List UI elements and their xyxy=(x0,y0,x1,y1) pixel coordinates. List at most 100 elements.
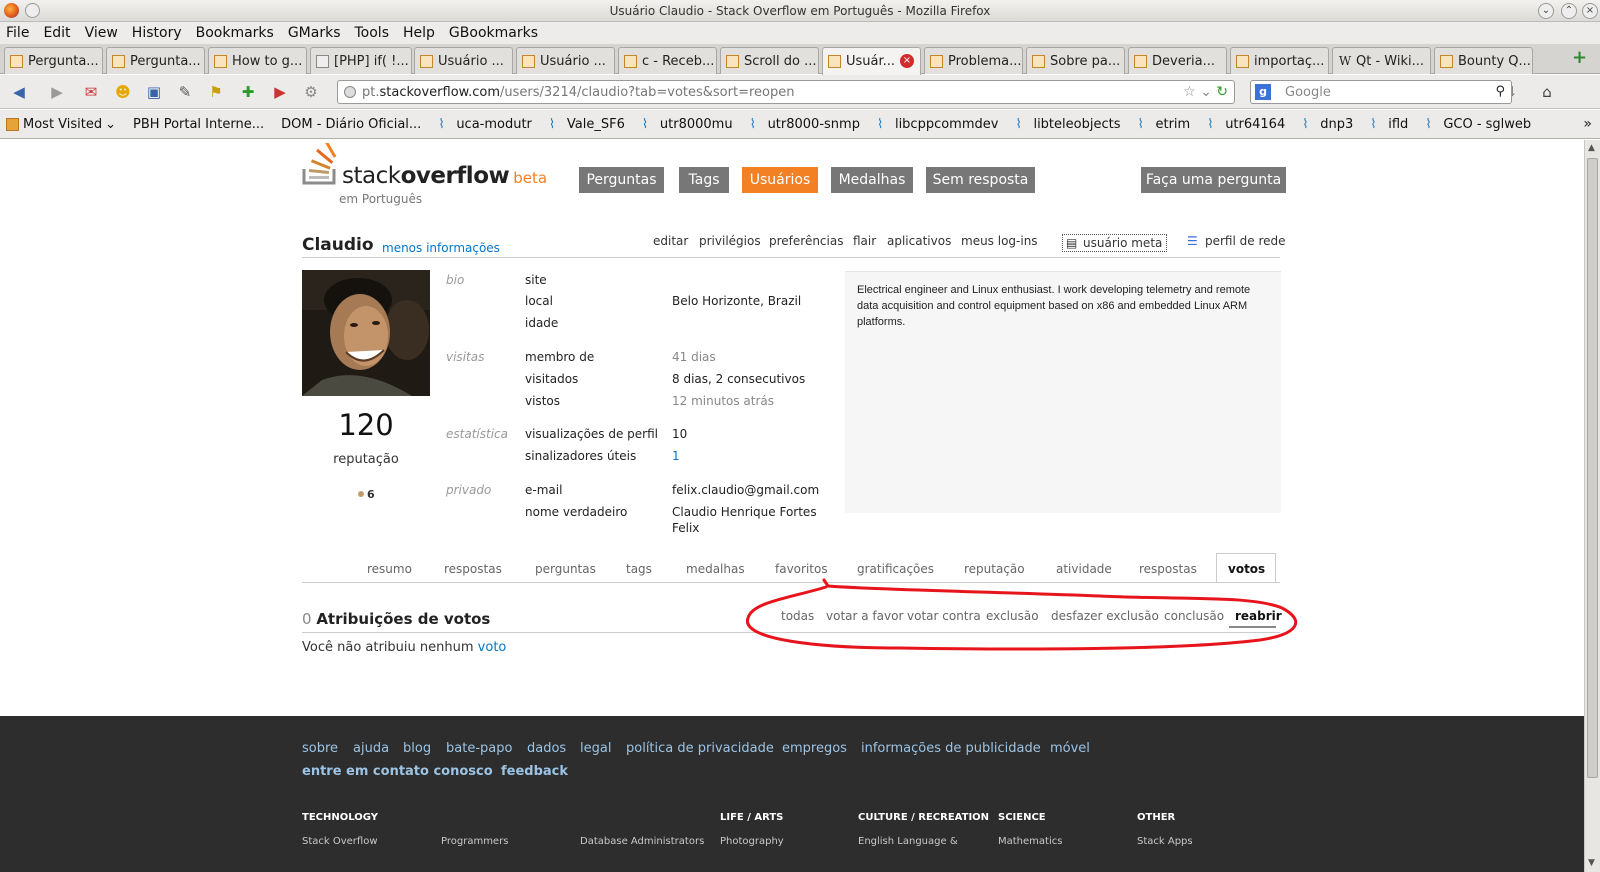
browser-tab[interactable]: Usuário ... xyxy=(516,47,615,74)
browser-tab[interactable]: importaç... xyxy=(1230,47,1329,74)
bookmark-item[interactable]: ⌇ etrim xyxy=(1137,117,1190,132)
menu-tools[interactable]: Tools xyxy=(355,25,390,41)
bookmark-item[interactable]: ⌇ dnp3 xyxy=(1302,117,1353,132)
bookmark-item[interactable]: ⌇ ifld xyxy=(1370,117,1408,132)
bookmark-item[interactable]: ⌇ Vale_SF6 xyxy=(549,117,625,132)
value-helpful-flags[interactable]: 1 xyxy=(672,449,680,463)
browser-tab[interactable]: How to g... xyxy=(208,47,307,74)
footer-link-legal[interactable]: legal xyxy=(580,741,611,756)
close-window-icon[interactable]: × xyxy=(1582,3,1598,19)
window-menu-icon[interactable] xyxy=(25,3,40,18)
youtube-icon[interactable]: ▶ xyxy=(271,83,289,101)
apps-link[interactable]: aplicativos xyxy=(887,234,951,248)
footer-link-empregos[interactable]: empregos xyxy=(782,741,847,756)
nav-medalhas[interactable]: Medalhas xyxy=(831,167,913,193)
avatar[interactable] xyxy=(302,270,430,396)
menu-help[interactable]: Help xyxy=(403,25,435,41)
menu-bookmarks[interactable]: Bookmarks xyxy=(196,25,274,41)
back-icon[interactable]: ◀ xyxy=(10,83,28,101)
browser-tab[interactable]: Pergunta... xyxy=(106,47,205,74)
network-profile-link[interactable]: ☰ perfil de rede xyxy=(1187,234,1286,248)
browser-tab[interactable]: Deveria... xyxy=(1128,47,1227,74)
menu-gbookmarks[interactable]: GBookmarks xyxy=(449,25,538,41)
google-apps-icon[interactable]: ✚ xyxy=(239,83,257,101)
tab-tags[interactable]: tags xyxy=(626,562,652,576)
tab-favoritos[interactable]: favoritos xyxy=(775,562,828,576)
menu-history[interactable]: History xyxy=(132,25,182,41)
gmail-icon[interactable]: ✉ xyxy=(82,83,100,101)
nav-sem-resposta[interactable]: Sem resposta xyxy=(926,167,1035,193)
bookmark-item[interactable]: ⌇ libcppcommdev xyxy=(877,117,999,132)
footer-link-ajuda[interactable]: ajuda xyxy=(353,741,389,756)
footer-link-blog[interactable]: blog xyxy=(403,741,431,756)
browser-tab[interactable]: Scroll do ... xyxy=(720,47,819,74)
browser-tab[interactable]: c - Receb... xyxy=(618,47,717,74)
settings-gear-icon[interactable]: ⚙ xyxy=(302,83,320,101)
my-logins-link[interactable]: meus log-ins xyxy=(961,234,1038,248)
bookmark-item[interactable]: DOM - Diário Oficial... xyxy=(0,117,421,263)
browser-tab[interactable]: Usuário ... xyxy=(414,47,513,74)
footer-link-contato[interactable]: entre em contato conosco xyxy=(302,764,493,779)
footer-site-link[interactable]: Database Administrators xyxy=(580,836,704,847)
bookmarks-overflow-icon[interactable]: » xyxy=(1583,116,1592,132)
scrollbar-thumb[interactable] xyxy=(1587,158,1598,778)
search-binoculars-icon[interactable]: ⚲ xyxy=(1495,84,1505,99)
footer-link-privacidade[interactable]: política de privacidade xyxy=(626,741,774,756)
browser-tab-active[interactable]: Usuár... × xyxy=(822,47,921,75)
tab-medalhas[interactable]: medalhas xyxy=(686,562,745,576)
browser-tab[interactable]: [PHP] if( !... xyxy=(310,47,412,74)
reload-icon[interactable]: ↻ xyxy=(1216,84,1228,100)
filter-todas[interactable]: todas xyxy=(781,609,814,623)
filter-votar-contra[interactable]: votar contra xyxy=(907,609,981,623)
ask-question-button[interactable]: Faça uma pergunta xyxy=(1141,167,1286,193)
nav-tags[interactable]: Tags xyxy=(679,167,729,193)
footer-link-feedback[interactable]: feedback xyxy=(501,764,568,779)
nav-perguntas[interactable]: Perguntas xyxy=(579,167,664,193)
footer-site-link[interactable]: Mathematics xyxy=(998,836,1062,847)
vote-link[interactable]: voto xyxy=(478,640,507,655)
google-engine-icon[interactable]: g xyxy=(1255,84,1271,100)
browser-tab[interactable]: Pergunta... xyxy=(4,47,103,74)
pen-icon[interactable]: ✎ xyxy=(176,83,194,101)
bookmark-item[interactable]: PBH Portal Interne... xyxy=(0,117,264,263)
footer-site-link[interactable]: Photography xyxy=(720,836,784,847)
close-tab-icon[interactable]: × xyxy=(900,54,914,68)
scroll-down-icon[interactable]: ▼ xyxy=(1588,858,1595,868)
bookmark-item[interactable]: ⌇ utr8000-snmp xyxy=(750,117,860,132)
filter-reabrir[interactable]: reabrir xyxy=(1235,609,1282,623)
maximize-icon[interactable]: ⌃ xyxy=(1561,3,1577,19)
footer-link-publicidade[interactable]: informações de publicidade xyxy=(861,741,1041,756)
url-dropdown-icon[interactable]: ⌄ xyxy=(1200,84,1212,100)
address-bar[interactable]: pt. stackoverflow.com/users/3214/claudio?… xyxy=(337,80,1235,104)
firefox-icon[interactable] xyxy=(4,3,19,18)
toggle-info-link[interactable]: menos informações xyxy=(382,241,500,255)
bookmark-item[interactable]: ⌇ utr8000mu xyxy=(642,117,733,132)
filter-votar-a-favor[interactable]: votar a favor xyxy=(826,609,903,623)
bookmark-item[interactable]: ⌇ GCO - sglweb xyxy=(1425,117,1531,132)
forward-icon[interactable]: ▶ xyxy=(48,83,66,101)
bookmark-most-visited[interactable]: Most Visited ⌄ xyxy=(6,117,116,132)
privileges-link[interactable]: privilégios xyxy=(699,234,761,248)
tab-reputacao[interactable]: reputação xyxy=(964,562,1025,576)
tab-votos[interactable]: votos xyxy=(1228,562,1265,576)
home-icon[interactable]: ⌂ xyxy=(1538,83,1556,101)
footer-site-link[interactable]: Programmers xyxy=(441,836,508,847)
bookmark-item[interactable]: ⌇ uca-modutr xyxy=(438,117,532,132)
new-tab-icon[interactable]: + xyxy=(1572,49,1588,67)
search-bar[interactable]: g Google ⚲ xyxy=(1250,80,1512,104)
bookmark-item[interactable]: ⌇ utr64164 xyxy=(1207,117,1285,132)
nav-usuarios[interactable]: Usuários xyxy=(742,167,818,193)
page-scrollbar[interactable]: ▲ ▼ xyxy=(1584,140,1600,872)
contacts-icon[interactable]: ☻ xyxy=(114,83,132,101)
tab-gratificacoes[interactable]: gratificações xyxy=(857,562,934,576)
preferences-link[interactable]: preferências xyxy=(769,234,843,248)
calendar-icon[interactable]: ▣ xyxy=(145,83,163,101)
filter-exclusao[interactable]: exclusão xyxy=(986,609,1039,623)
menu-gmarks[interactable]: GMarks xyxy=(288,25,341,41)
edit-link[interactable]: editar xyxy=(653,234,688,248)
site-identity-icon[interactable] xyxy=(344,86,356,98)
footer-site-link[interactable]: Stack Apps xyxy=(1137,836,1193,847)
browser-tab[interactable]: Bounty Q... xyxy=(1434,47,1533,74)
minimize-icon[interactable]: ⌄ xyxy=(1538,3,1554,19)
flair-link[interactable]: flair xyxy=(853,234,876,248)
